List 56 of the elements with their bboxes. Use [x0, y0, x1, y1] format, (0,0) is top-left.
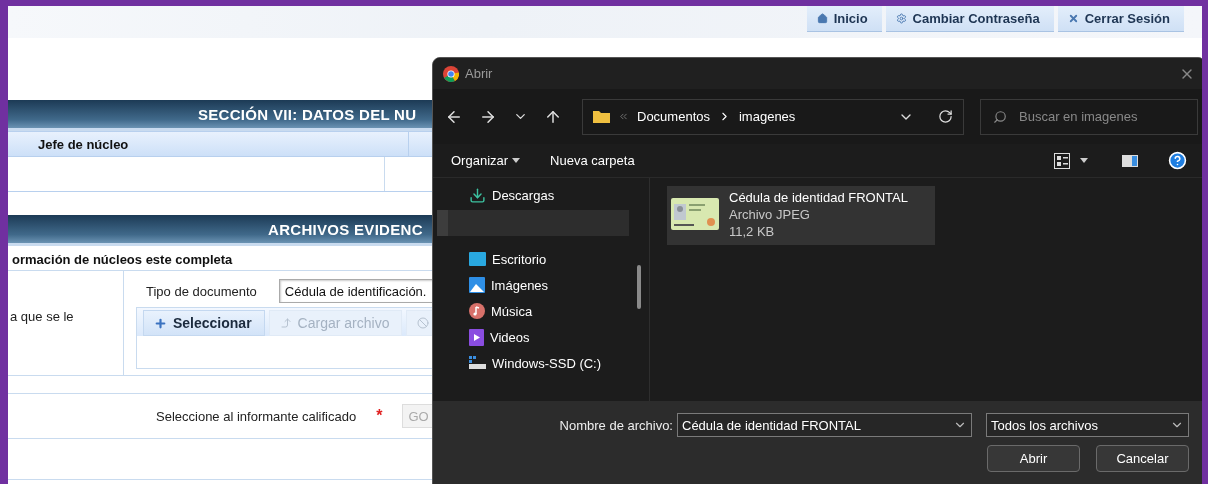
nav-pane-item[interactable]: Escritorio [433, 246, 629, 272]
folder-icon [593, 110, 610, 123]
drive-icon [469, 356, 486, 370]
section-title: ARCHIVOS EVIDENC [268, 220, 423, 238]
preview-pane-button[interactable] [1122, 154, 1138, 167]
field-label: Seleccione al informante calificado [156, 408, 357, 424]
file-type-select[interactable]: Todos los archivos [986, 413, 1189, 437]
search-field[interactable]: Buscar en imagenes [980, 98, 1198, 135]
file-item[interactable]: Cédula de identidad FRONTAL Archivo JPEG 11,2 KB [667, 186, 935, 245]
address-bar[interactable]: Documentos imagenes [582, 98, 964, 135]
required-marker: * [376, 407, 383, 425]
dialog-title: Abrir [465, 66, 494, 81]
picture-icon [469, 277, 485, 293]
cancel-icon [417, 317, 430, 329]
help-button[interactable] [1168, 151, 1187, 170]
field-label: Tipo de documento [146, 283, 257, 299]
search-icon [993, 109, 1007, 124]
dialog-button[interactable]: Cancelar [1096, 445, 1189, 472]
nav-pane-item[interactable]: Windows-SSD (C:) [433, 350, 629, 376]
refresh-button[interactable] [938, 109, 953, 124]
toolbar-button[interactable]: Nueva carpeta [550, 153, 635, 168]
nav-link[interactable]: Cambiar Contraseña [885, 6, 1054, 32]
file-type: Archivo JPEG [729, 207, 811, 222]
id-card-thumbnail [671, 198, 719, 230]
search-placeholder: Buscar en imagenes [1019, 109, 1138, 124]
file-size: 11,2 KB [729, 224, 776, 239]
help-icon [1168, 151, 1187, 170]
double-chevron-icon [618, 111, 629, 122]
music-note-icon [469, 303, 485, 319]
nav-pane-item[interactable]: Descargas [433, 182, 629, 208]
toolbar-button[interactable]: Organizar [451, 153, 521, 168]
file-name: Cédula de identidad FRONTAL [729, 190, 908, 205]
file-name-label: Nombre de archivo: [559, 417, 673, 433]
browser-logo-icon [443, 65, 459, 82]
plus-icon [154, 316, 167, 330]
close-icon [1067, 13, 1079, 24]
scrollbar-thumb[interactable] [637, 265, 641, 309]
upload-toolbar-button[interactable]: Seleccionar [143, 310, 265, 336]
upload-icon [279, 317, 292, 329]
breadcrumb-item[interactable]: imagenes [739, 109, 796, 124]
notice-text: ormación de núcleos este completa [11, 251, 233, 269]
dialog-button[interactable]: Abrir [987, 445, 1080, 472]
download-icon [469, 186, 486, 204]
row-label: a que se le [8, 271, 124, 375]
nav-link[interactable]: Inicio [806, 6, 882, 32]
video-icon [469, 328, 484, 346]
home-icon [816, 13, 828, 24]
breadcrumb-item[interactable]: Documentos [637, 109, 710, 124]
nav-link[interactable]: Cerrar Sesión [1057, 6, 1184, 32]
view-options-button[interactable] [1054, 152, 1088, 169]
nav-pane-item[interactable]: Videos [433, 324, 629, 350]
file-name-field[interactable]: Cédula de identidad FRONTAL [677, 413, 972, 437]
column-header: Jefe de núcleo [8, 132, 409, 156]
section-title: SECCIÓN VII: DATOS DEL NU [198, 105, 417, 123]
desktop-icon [469, 252, 486, 266]
settings-icon [895, 13, 907, 24]
